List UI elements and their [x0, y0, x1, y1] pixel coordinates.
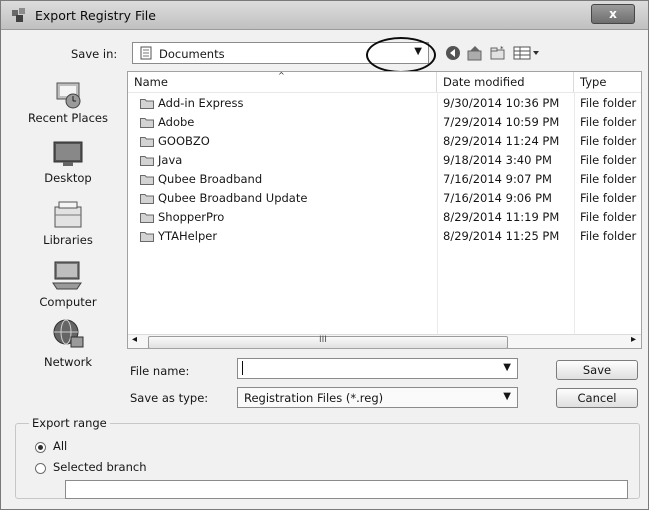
- documents-icon: [140, 46, 152, 60]
- type-cell: File folder: [580, 172, 637, 186]
- chevron-down-icon: ▼: [414, 46, 422, 57]
- window-title: Export Registry File: [35, 8, 156, 23]
- recent-places-icon: [56, 82, 81, 109]
- file-name-cell: Qubee Broadband: [158, 172, 263, 186]
- file-name-cell: YTAHelper: [158, 229, 218, 243]
- up-folder-icon[interactable]: [467, 45, 483, 61]
- type-cell: File folder: [580, 229, 637, 243]
- radio-selected-branch[interactable]: [35, 463, 46, 474]
- save-button[interactable]: Save: [556, 360, 638, 380]
- network-icon: [53, 319, 84, 348]
- folder-icon: [140, 194, 154, 204]
- file-name-cell: ShopperPro: [158, 210, 225, 224]
- registry-editor-icon: [12, 8, 25, 22]
- scroll-right-icon[interactable]: ▸: [631, 334, 636, 345]
- type-cell: File folder: [580, 153, 637, 167]
- file-name-cell: Add-in Express: [158, 96, 244, 110]
- folder-icon: [140, 137, 154, 147]
- place-label: Recent Places: [28, 111, 108, 125]
- date-modified-cell: 7/29/2014 10:59 PM: [443, 115, 560, 129]
- scroll-grip: III: [319, 335, 327, 345]
- title-bar: Export Registry File x: [1, 1, 648, 30]
- type-cell: File folder: [580, 210, 637, 224]
- scroll-thumb[interactable]: III: [148, 335, 508, 348]
- save-in-label: Save in:: [71, 47, 118, 61]
- date-modified-cell: 7/16/2014 9:07 PM: [443, 172, 552, 186]
- file-list-row[interactable]: Adobe 7/29/2014 10:59 PM File folder: [128, 113, 641, 132]
- place-label: Desktop: [44, 171, 92, 185]
- date-modified-cell: 9/30/2014 10:36 PM: [443, 96, 560, 110]
- file-list-row[interactable]: Qubee Broadband Update 7/16/2014 9:06 PM F…: [128, 189, 641, 208]
- place-label: Computer: [39, 295, 97, 309]
- date-modified-cell: 8/29/2014 11:24 PM: [443, 134, 560, 148]
- folder-icon: [140, 156, 154, 166]
- save-as-type-label: Save as type:: [130, 391, 209, 405]
- places-bar: Recent Places Desktop Libraries Computer…: [11, 73, 125, 373]
- radio-all[interactable]: [35, 442, 46, 453]
- file-list[interactable]: Name ^ Date modified Type Add-in Express…: [127, 71, 642, 349]
- folder-icon: [140, 175, 154, 185]
- folder-icon: [140, 118, 154, 128]
- back-icon[interactable]: [445, 45, 461, 61]
- file-list-row[interactable]: GOOBZO 8/29/2014 11:24 PM File folder: [128, 132, 641, 151]
- file-name-cell: Java: [158, 153, 183, 167]
- save-as-type-dropdown[interactable]: Registration Files (*.reg) ▼: [237, 387, 518, 408]
- svg-text:*: *: [500, 45, 504, 53]
- column-header-date-modified[interactable]: Date modified: [437, 72, 574, 92]
- header-divider: [128, 92, 641, 93]
- file-list-row[interactable]: Add-in Express 9/30/2014 10:36 PM File fol…: [128, 94, 641, 113]
- column-header-name[interactable]: Name ^: [128, 72, 437, 92]
- file-list-row[interactable]: YTAHelper 8/29/2014 11:25 PM File folder: [128, 227, 641, 246]
- scroll-left-icon[interactable]: ◂: [132, 334, 137, 345]
- selected-branch-input[interactable]: [65, 480, 628, 499]
- close-button[interactable]: x: [591, 4, 635, 24]
- date-modified-cell: 7/16/2014 9:06 PM: [443, 191, 552, 205]
- folder-icon: [140, 213, 154, 223]
- cancel-button[interactable]: Cancel: [556, 388, 638, 408]
- save-in-dropdown[interactable]: Documents ▼: [132, 42, 429, 64]
- file-name-input[interactable]: ▼: [237, 358, 518, 379]
- file-name-cell: Qubee Broadband Update: [158, 191, 308, 205]
- libraries-icon: [54, 201, 82, 228]
- desktop-icon: [53, 141, 83, 166]
- date-modified-cell: 9/18/2014 3:40 PM: [443, 153, 552, 167]
- date-modified-cell: 8/29/2014 11:19 PM: [443, 210, 560, 224]
- close-icon: x: [609, 7, 617, 21]
- chevron-down-icon[interactable]: ▼: [503, 362, 511, 373]
- new-folder-icon[interactable]: *: [490, 45, 506, 61]
- radio-selected-branch-label[interactable]: Selected branch: [53, 460, 146, 474]
- export-registry-dialog: Export Registry File x Save in: Document…: [0, 0, 649, 510]
- horizontal-scrollbar[interactable]: ◂ III ▸: [128, 334, 641, 348]
- column-header-type[interactable]: Type: [574, 72, 641, 92]
- file-name-label: File name:: [130, 364, 190, 378]
- type-cell: File folder: [580, 115, 637, 129]
- chevron-down-icon: ▼: [503, 391, 511, 402]
- type-cell: File folder: [580, 96, 637, 110]
- radio-all-label[interactable]: All: [53, 439, 67, 453]
- folder-icon: [140, 232, 154, 242]
- export-range-label: Export range: [29, 416, 110, 430]
- file-list-row[interactable]: Java 9/18/2014 3:40 PM File folder: [128, 151, 641, 170]
- sort-ascending-icon: ^: [278, 71, 285, 80]
- folder-icon: [140, 99, 154, 109]
- file-name-cell: Adobe: [158, 115, 195, 129]
- save-in-value: Documents: [159, 47, 225, 61]
- file-name-cell: GOOBZO: [158, 134, 210, 148]
- computer-icon: [52, 261, 82, 290]
- type-cell: File folder: [580, 191, 637, 205]
- view-menu-icon[interactable]: [513, 45, 541, 61]
- type-cell: File folder: [580, 134, 637, 148]
- save-as-type-value: Registration Files (*.reg): [244, 391, 384, 405]
- place-label: Network: [43, 355, 93, 369]
- file-list-row[interactable]: Qubee Broadband 7/16/2014 9:07 PM File fol…: [128, 170, 641, 189]
- place-label: Libraries: [43, 233, 93, 247]
- file-list-row[interactable]: ShopperPro 8/29/2014 11:19 PM File folder: [128, 208, 641, 227]
- text-cursor: [242, 361, 243, 375]
- date-modified-cell: 8/29/2014 11:25 PM: [443, 229, 560, 243]
